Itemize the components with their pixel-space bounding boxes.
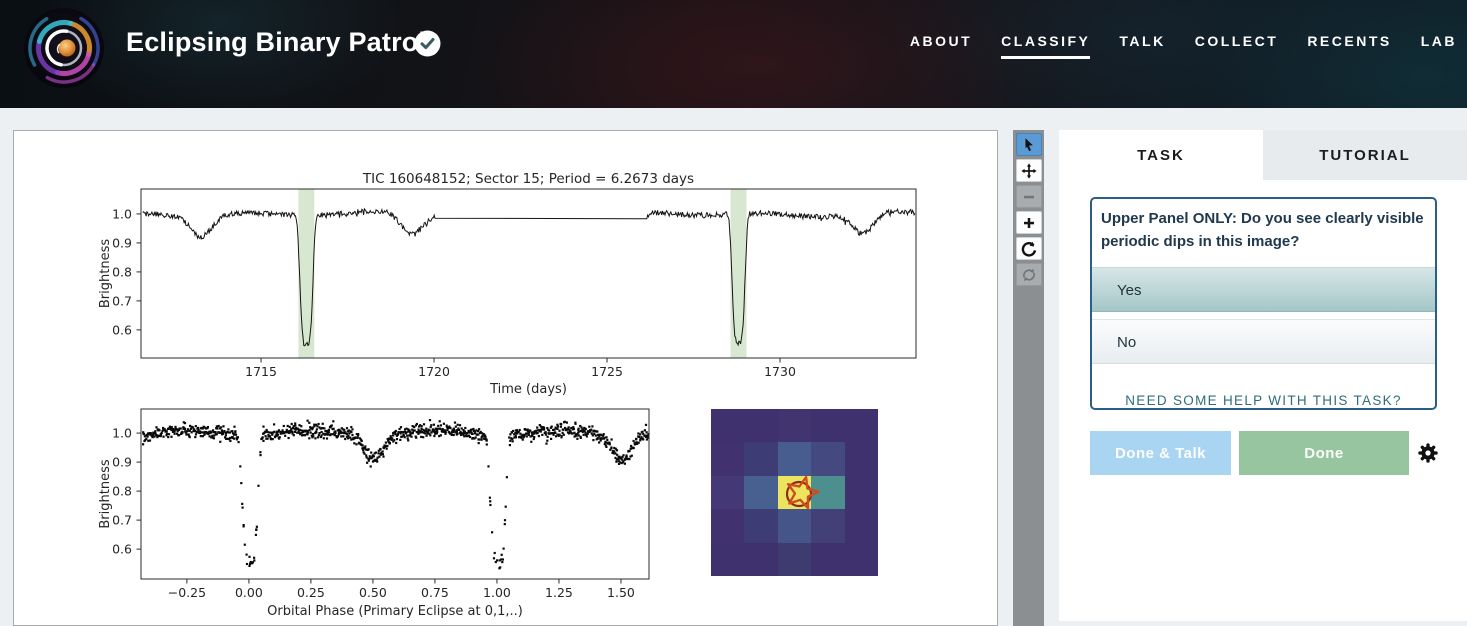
answer-no-label: No: [1117, 334, 1136, 351]
svg-text:0.50: 0.50: [359, 585, 387, 600]
project-title[interactable]: Eclipsing Binary Patrol: [126, 27, 426, 58]
answer-yes[interactable]: Yes: [1092, 267, 1435, 312]
move-tool-button[interactable]: [1016, 159, 1042, 182]
svg-text:Time (days): Time (days): [489, 382, 567, 397]
tab-task[interactable]: TASK: [1059, 130, 1263, 180]
svg-text:0.75: 0.75: [421, 585, 449, 600]
move-icon: [1021, 163, 1037, 179]
nav-collect[interactable]: COLLECT: [1195, 33, 1279, 59]
answer-no[interactable]: No: [1092, 319, 1435, 364]
task-panel: TASK TUTORIAL Upper Panel ONLY: Do you s…: [1059, 130, 1467, 621]
svg-text:Brightness: Brightness: [98, 459, 113, 528]
nav-lab[interactable]: LAB: [1421, 33, 1457, 59]
subject-viewer[interactable]: TIC 160648152; Sector 15; Period = 6.267…: [13, 130, 998, 626]
svg-text:0.6: 0.6: [112, 542, 132, 557]
viewer-toolbar: [1013, 130, 1044, 626]
svg-text:Orbital Phase (Primary Eclipse: Orbital Phase (Primary Eclipse at 0,1,..…: [267, 604, 523, 619]
nav-recents[interactable]: RECENTS: [1307, 33, 1391, 59]
task-question-box: Upper Panel ONLY: Do you see clearly vis…: [1090, 197, 1437, 410]
nav-about[interactable]: ABOUT: [910, 33, 972, 59]
svg-text:1725: 1725: [591, 364, 623, 379]
svg-text:0.8: 0.8: [112, 264, 132, 279]
project-header: Eclipsing Binary Patrol ABOUT CLASSIFY T…: [0, 0, 1467, 108]
nav-talk[interactable]: TALK: [1119, 33, 1165, 59]
svg-text:Brightness: Brightness: [98, 239, 113, 308]
svg-text:0.7: 0.7: [112, 513, 132, 528]
svg-text:TIC 160648152; Sector 15; Peri: TIC 160648152; Sector 15; Period = 6.267…: [362, 171, 694, 187]
reset-view-button[interactable]: [1016, 263, 1042, 286]
svg-text:1.00: 1.00: [483, 585, 511, 600]
svg-text:1.0: 1.0: [112, 426, 132, 441]
svg-text:1730: 1730: [764, 364, 796, 379]
zoom-out-button[interactable]: [1016, 185, 1042, 208]
annotate-tool-button[interactable]: [1016, 133, 1042, 156]
classification-actions: Done & Talk Done: [1090, 431, 1450, 475]
minus-icon: [1021, 189, 1037, 205]
answer-yes-label: Yes: [1117, 282, 1141, 299]
project-logo-icon[interactable]: [23, 7, 105, 89]
svg-text:0.8: 0.8: [112, 484, 132, 499]
task-help-link[interactable]: NEED SOME HELP WITH THIS TASK?: [1092, 393, 1435, 408]
task-question: Upper Panel ONLY: Do you see clearly vis…: [1092, 199, 1435, 253]
rotate-icon: [1021, 241, 1037, 257]
rotate-button[interactable]: [1016, 237, 1042, 260]
svg-text:1715: 1715: [245, 364, 277, 379]
nav-classify[interactable]: CLASSIFY: [1001, 33, 1090, 59]
svg-text:0.00: 0.00: [235, 585, 263, 600]
refresh-icon: [1021, 267, 1037, 283]
svg-text:1.25: 1.25: [545, 585, 573, 600]
cursor-icon: [1021, 137, 1037, 153]
gear-icon[interactable]: [1417, 442, 1439, 464]
svg-text:0.7: 0.7: [112, 293, 132, 308]
svg-text:−0.25: −0.25: [168, 585, 206, 600]
main-nav: ABOUT CLASSIFY TALK COLLECT RECENTS LAB: [910, 33, 1457, 59]
svg-text:0.25: 0.25: [297, 585, 325, 600]
svg-text:1.0: 1.0: [112, 206, 132, 221]
tab-tutorial[interactable]: TUTORIAL: [1263, 130, 1467, 180]
zoom-in-button[interactable]: [1016, 211, 1042, 234]
plus-icon: [1021, 215, 1037, 231]
svg-text:1720: 1720: [418, 364, 450, 379]
done-button[interactable]: Done: [1239, 431, 1409, 475]
page: Eclipsing Binary Patrol ABOUT CLASSIFY T…: [0, 0, 1467, 626]
svg-text:0.9: 0.9: [112, 235, 132, 250]
approved-badge-icon: [414, 30, 441, 57]
task-tabs: TASK TUTORIAL: [1059, 130, 1467, 180]
done-and-talk-button[interactable]: Done & Talk: [1090, 431, 1231, 475]
svg-text:0.9: 0.9: [112, 455, 132, 470]
svg-text:0.6: 0.6: [112, 322, 132, 337]
target-star-icon: [711, 409, 878, 576]
svg-text:1.50: 1.50: [607, 585, 635, 600]
